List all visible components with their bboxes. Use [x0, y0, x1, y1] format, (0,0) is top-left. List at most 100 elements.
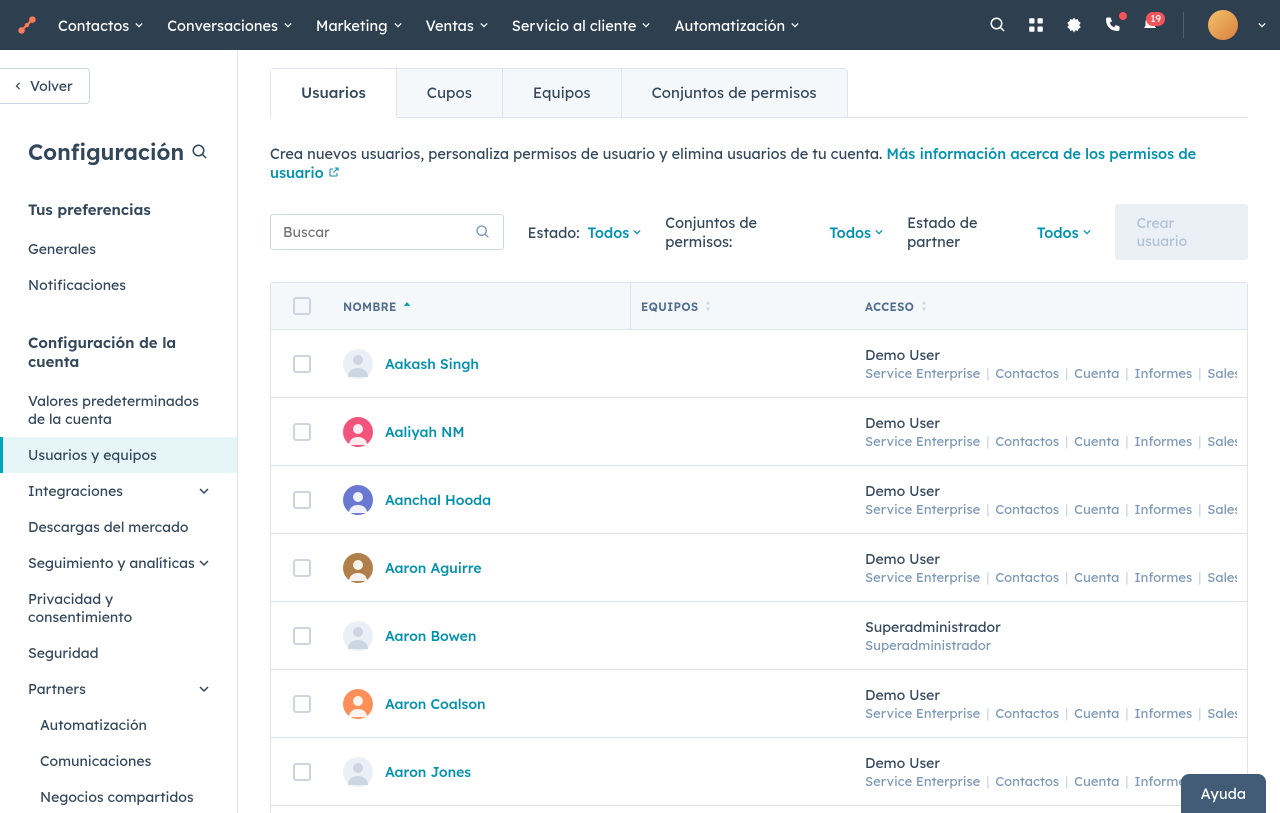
nav-item[interactable]: Marketing [316, 16, 402, 35]
sidebar-item[interactable]: Valores predeterminados de la cuenta [0, 383, 237, 437]
help-button[interactable]: Ayuda [1181, 774, 1266, 813]
avatar-placeholder-icon [343, 349, 373, 379]
row-checkbox[interactable] [293, 695, 311, 713]
table-row: Aakash Singh Demo User Service Enterprise… [271, 330, 1247, 398]
sidebar-item[interactable]: Seguridad [0, 635, 237, 671]
user-teams [631, 694, 855, 714]
table-header: NOMBRE EQUIPOS ACCESO [271, 283, 1247, 330]
table-row: Aaliyah NM Demo User Service Enterprise|C… [271, 398, 1247, 466]
main-content: UsuariosCuposEquiposConjuntos de permiso… [238, 50, 1280, 813]
nav-item[interactable]: Ventas [426, 16, 488, 35]
filter-state[interactable]: Estado: Todos [528, 223, 642, 242]
row-checkbox[interactable] [293, 491, 311, 509]
nav-item[interactable]: Automatización [674, 16, 799, 35]
row-checkbox[interactable] [293, 627, 311, 645]
marketplace-icon[interactable] [1027, 16, 1045, 34]
table-row: Aanchal Hooda Demo UserService Enterpris… [271, 466, 1247, 534]
sidebar-item[interactable]: Generales [0, 231, 237, 267]
external-link-icon [328, 166, 340, 178]
chevron-down-icon [875, 228, 883, 236]
sidebar-item[interactable]: Privacidad y consentimiento [0, 581, 237, 635]
row-checkbox[interactable] [293, 559, 311, 577]
nav-item[interactable]: Servicio al cliente [512, 16, 651, 35]
tab[interactable]: Conjuntos de permisos [622, 69, 847, 117]
user-role: Demo User [865, 482, 1237, 500]
sidebar-subitem[interactable]: Comunicaciones [0, 743, 237, 779]
user-role: Demo User [865, 414, 1237, 432]
page-title: Configuración [28, 138, 184, 166]
sidebar-item[interactable]: Integraciones [0, 473, 237, 509]
col-name[interactable]: NOMBRE [333, 283, 631, 329]
back-button[interactable]: Volver [0, 68, 90, 104]
user-teams [631, 490, 855, 510]
avatar-placeholder-icon [343, 757, 373, 787]
hubspot-logo [14, 12, 40, 38]
col-teams[interactable]: EQUIPOS [631, 283, 855, 329]
user-role: Demo User [865, 346, 1237, 364]
tab[interactable]: Cupos [397, 69, 503, 117]
back-label: Volver [30, 77, 73, 95]
select-all-checkbox[interactable] [293, 297, 311, 315]
user-teams [631, 762, 855, 782]
sort-icon [920, 300, 928, 312]
sidebar-item[interactable]: Usuarios y equipos [0, 437, 237, 473]
filter-permissions[interactable]: Conjuntos de permisos: Todos [665, 213, 883, 251]
col-access[interactable]: ACCESO [855, 283, 1247, 329]
chevron-down-icon [199, 486, 209, 496]
user-name-link[interactable]: Aaron Aguirre [385, 559, 482, 577]
sort-asc-icon [403, 301, 411, 311]
filter-partner[interactable]: Estado de partner Todos [907, 213, 1091, 251]
sidebar-subitem[interactable]: Negocios compartidos [0, 779, 237, 813]
row-checkbox[interactable] [293, 763, 311, 781]
sidebar-subitem[interactable]: Automatización [0, 707, 237, 743]
user-teams [631, 422, 855, 442]
phone-icon[interactable] [1103, 16, 1121, 34]
create-user-button[interactable]: Crear usuario [1115, 204, 1248, 260]
search-icon [475, 224, 491, 240]
user-name-link[interactable]: Aaron Bowen [385, 627, 476, 645]
user-name-link[interactable]: Aaron Coalson [385, 695, 486, 713]
search-settings-icon[interactable] [191, 143, 209, 161]
user-name-link[interactable]: Aakash Singh [385, 355, 479, 373]
user-avatar [343, 689, 373, 719]
user-permissions: Superadministrador [865, 638, 1237, 654]
user-avatar [343, 485, 373, 515]
filter-bar: Estado: Todos Conjuntos de permisos: Tod… [270, 204, 1280, 260]
tab[interactable]: Usuarios [271, 69, 397, 118]
user-permissions: Service Enterprise|Contactos|Cuenta|Info… [865, 366, 1237, 382]
sidebar-item[interactable]: Descargas del mercado [0, 509, 237, 545]
settings-sidebar: Volver Configuración Tus preferencias Ge… [0, 50, 238, 813]
user-name-link[interactable]: Aanchal Hooda [385, 491, 491, 509]
user-role: Superadministrador [865, 618, 1237, 636]
user-teams [631, 354, 855, 374]
sidebar-item[interactable]: Seguimiento y analíticas [0, 545, 237, 581]
nav-item[interactable]: Conversaciones [167, 16, 292, 35]
sidebar-section-account: Configuración de la cuenta [0, 323, 237, 383]
notifications-icon[interactable]: 19 [1141, 16, 1159, 34]
search-input-wrapper[interactable] [270, 214, 504, 250]
description-text: Crea nuevos usuarios, personaliza permis… [270, 144, 886, 163]
row-checkbox[interactable] [293, 355, 311, 373]
sidebar-section-prefs: Tus preferencias [0, 190, 237, 231]
avatar-placeholder-icon [343, 621, 373, 651]
nav-item[interactable]: Contactos [58, 16, 143, 35]
user-name-link[interactable]: Aaron Jones [385, 763, 471, 781]
search-icon[interactable] [989, 16, 1007, 34]
search-input[interactable] [283, 223, 475, 241]
sidebar-item[interactable]: Partners [0, 671, 237, 707]
chevron-left-icon [14, 81, 22, 91]
user-teams [631, 558, 855, 578]
table-row: Aaron Aguirre Demo UserService Enterpris… [271, 534, 1247, 602]
chevron-down-icon [199, 684, 209, 694]
sidebar-item[interactable]: Notificaciones [0, 267, 237, 303]
chevron-down-icon [1083, 228, 1091, 236]
tab[interactable]: Equipos [503, 69, 622, 117]
chevron-down-icon [199, 558, 209, 568]
settings-icon[interactable] [1065, 16, 1083, 34]
user-permissions: Service Enterprise|Contactos|Cuenta|Info… [865, 434, 1237, 450]
top-nav: Contactos Conversaciones Marketing Ventas Se… [0, 0, 1280, 50]
user-avatar [343, 553, 373, 583]
user-name-link[interactable]: Aaliyah NM [385, 423, 465, 441]
row-checkbox[interactable] [293, 423, 311, 441]
account-avatar[interactable] [1208, 10, 1238, 40]
